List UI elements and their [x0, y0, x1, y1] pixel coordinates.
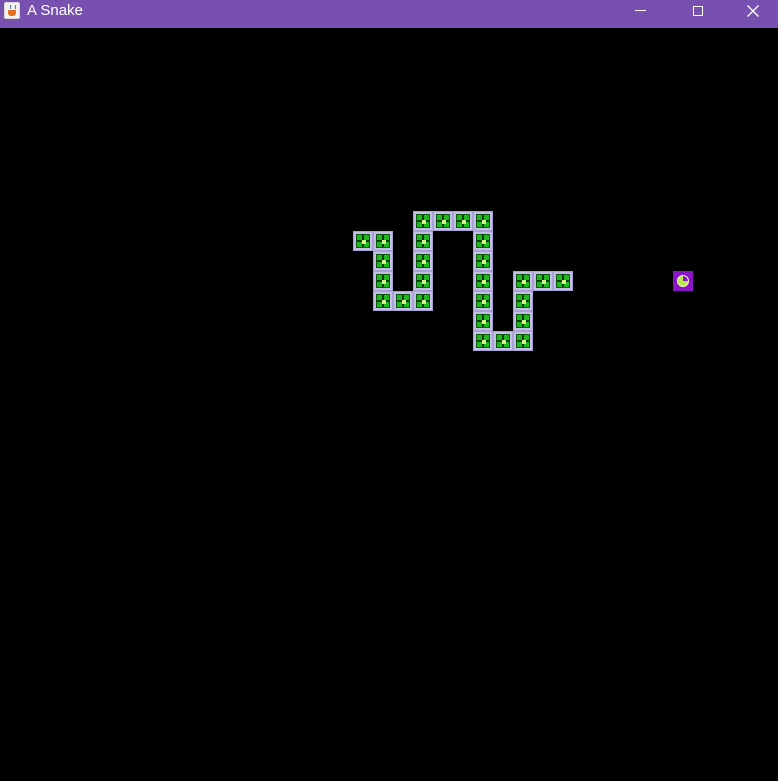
snake-segment	[473, 271, 493, 291]
snake-segment	[473, 311, 493, 331]
snake-segment	[473, 231, 493, 251]
minimize-icon	[634, 9, 646, 11]
snake-segment	[353, 231, 373, 251]
snake-segment	[433, 211, 453, 231]
snake-segment	[473, 211, 493, 231]
snake-segment	[513, 271, 533, 291]
close-icon	[747, 5, 759, 17]
snake-segment	[473, 331, 493, 351]
snake-segment	[413, 251, 433, 271]
snake-segment	[473, 251, 493, 271]
fruit-icon	[677, 275, 689, 287]
game-board[interactable]	[0, 28, 778, 781]
snake-segment	[413, 231, 433, 251]
maximize-button[interactable]	[669, 0, 727, 22]
snake-segment	[373, 231, 393, 251]
maximize-icon	[693, 6, 703, 16]
snake-segment	[373, 251, 393, 271]
snake-segment	[533, 271, 553, 291]
snake-segment	[393, 291, 413, 311]
snake-segment	[413, 211, 433, 231]
java-cup-icon[interactable]	[4, 2, 20, 19]
window-title: A Snake	[27, 2, 83, 19]
snake-segment	[473, 291, 493, 311]
snake-segment	[373, 291, 393, 311]
snake-segment	[493, 331, 513, 351]
food-item	[673, 271, 693, 291]
snake-segment	[413, 291, 433, 311]
title-bar[interactable]: A Snake	[0, 0, 778, 28]
snake-segment	[513, 291, 533, 311]
snake-segment	[513, 311, 533, 331]
snake-segment	[413, 271, 433, 291]
snake-segment	[553, 271, 573, 291]
snake-segment	[513, 331, 533, 351]
close-button[interactable]	[728, 0, 778, 22]
snake-segment	[453, 211, 473, 231]
snake-segment	[373, 271, 393, 291]
minimize-button[interactable]	[611, 0, 669, 22]
game-window: A Snake	[0, 0, 778, 781]
